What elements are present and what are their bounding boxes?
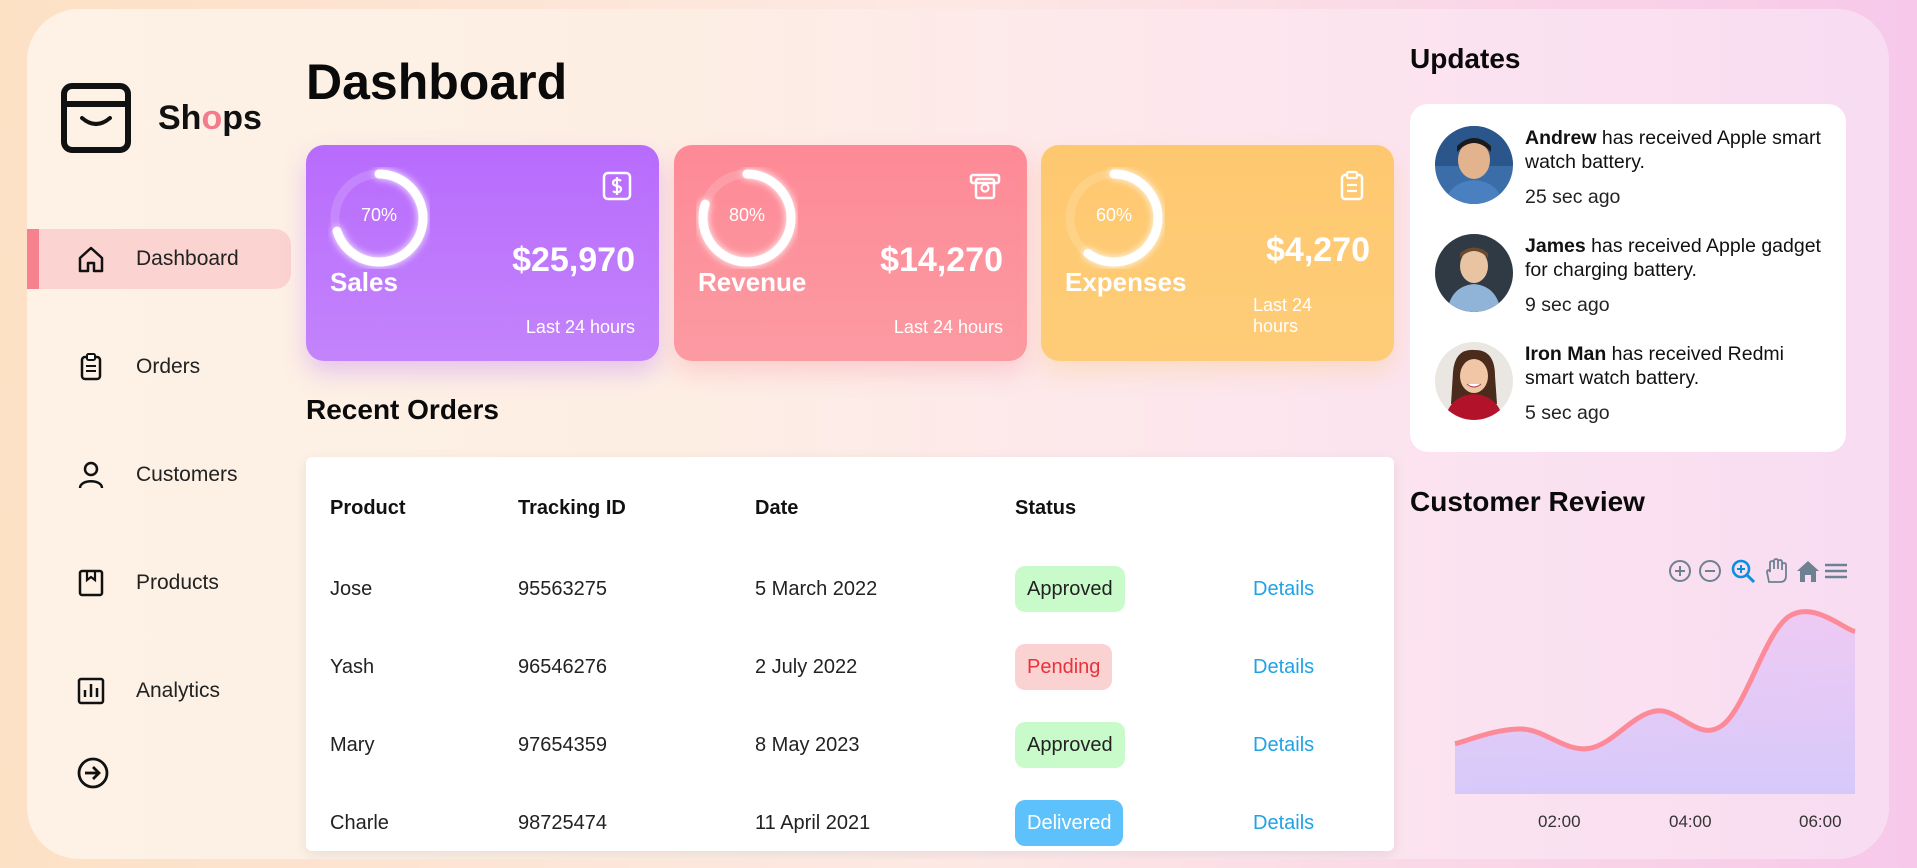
status-badge: Approved [1015,566,1125,612]
cell-date: 5 March 2022 [755,578,878,600]
brand-name: Shops [158,98,262,137]
money-icon [969,173,1001,200]
home-icon [78,246,104,273]
progress-percent: 70% [360,205,398,225]
sidebar-item-label: Dashboard [136,247,239,270]
updates-title: Updates [1410,43,1521,74]
updates-panel: Andrew has received Apple smart watch ba… [1410,104,1846,452]
column-header[interactable]: Date [755,497,798,520]
details-link[interactable]: Details [1253,812,1314,835]
sidebar-item-products[interactable]: Products [27,553,291,613]
orders-table: Product Tracking ID Date Status Jose 955… [306,457,1394,851]
cell-tracking: 98725474 [518,812,607,834]
column-header[interactable]: Tracking ID [518,497,626,520]
status-badge: Delivered [1015,800,1124,846]
customer-review-title: Customer Review [1410,486,1645,517]
avatar [1435,126,1513,204]
progress-percent: 80% [728,205,766,225]
sidebar-item-label: Customers [136,463,238,486]
cell-date: 8 May 2023 [755,734,860,756]
card-amount: $25,970 [512,241,635,279]
column-header[interactable]: Status [1015,497,1076,520]
area-chart-plot [1454,609,1856,794]
logout-icon[interactable] [76,756,110,790]
card-label: Sales [330,267,398,297]
sidebar-nav: Dashboard Orders Customers Products Anal… [27,229,291,769]
user-icon [78,461,104,489]
x-tick-label: 02:00 [1538,812,1581,831]
card-label: Expenses [1065,267,1187,297]
bar-chart-icon [77,677,105,705]
progress-percent: 60% [1095,205,1133,225]
cell-date: 11 April 2021 [755,812,871,834]
recent-orders-title: Recent Orders [306,394,499,425]
cell-product: Yash [330,656,375,678]
update-text: Iron Man has received Redmi smart watch … [1525,343,1784,389]
card-period: Last 24 hours [525,317,635,337]
status-badge: Pending [1015,644,1113,690]
card-label: Revenue [698,267,807,297]
shopping-bag-icon [61,83,131,153]
revenue-card[interactable]: 80% Revenue $14,270 Last 24 hours [674,145,1027,361]
sidebar-item-label: Orders [136,355,201,378]
clipboard-icon [1340,170,1364,201]
sidebar-item-label: Products [136,571,219,594]
brand-logo[interactable]: Shops [60,82,262,154]
app-window: Shops Dashboard Orders Customers Product… [27,9,1889,859]
card-amount: $4,270 [1266,231,1370,269]
sidebar-item-dashboard[interactable]: Dashboard [27,229,291,289]
sidebar-item-orders[interactable]: Orders [27,337,291,397]
card-amount: $14,270 [880,241,1003,279]
update-text: Andrew has received Apple smart watch ba… [1525,127,1821,173]
cell-product: Mary [330,734,375,756]
page-title: Dashboard [306,54,568,110]
x-tick-label: 06:00 [1799,812,1842,831]
cell-product: Charle [330,812,389,834]
update-text: James has received Apple gadget for char… [1525,235,1821,281]
details-link[interactable]: Details [1253,734,1314,757]
review-chart: 02:00 04:00 06:00 [1410,544,1860,854]
details-link[interactable]: Details [1253,656,1314,679]
column-header[interactable]: Product [330,497,406,520]
sidebar-item-label: Analytics [136,679,221,702]
dollar-icon [602,171,632,201]
card-period: Last 24 hours [1253,295,1313,336]
sidebar-item-analytics[interactable]: Analytics [27,661,291,721]
cell-tracking: 96546276 [518,656,607,678]
avatar [1435,342,1513,420]
update-time: 25 sec ago [1525,186,1621,208]
cell-tracking: 95563275 [518,578,607,600]
cell-tracking: 97654359 [518,734,607,756]
details-link[interactable]: Details [1253,578,1314,601]
expenses-card[interactable]: 60% Expenses $4,270 Last 24 hours [1041,145,1394,361]
sidebar-item-customers[interactable]: Customers [27,445,291,505]
card-period: Last 24 hours [893,317,1003,337]
update-time: 9 sec ago [1525,294,1610,316]
series-area [1455,611,1855,794]
avatar [1435,234,1513,312]
cell-product: Jose [330,578,373,600]
x-tick-label: 04:00 [1669,812,1712,831]
package-icon [78,569,104,597]
clipboard-icon [80,353,102,381]
cell-date: 2 July 2022 [755,656,858,678]
status-badge: Approved [1015,722,1125,768]
update-time: 5 sec ago [1525,402,1610,424]
sales-card[interactable]: 70% Sales $25,970 Last 24 hours [306,145,659,361]
